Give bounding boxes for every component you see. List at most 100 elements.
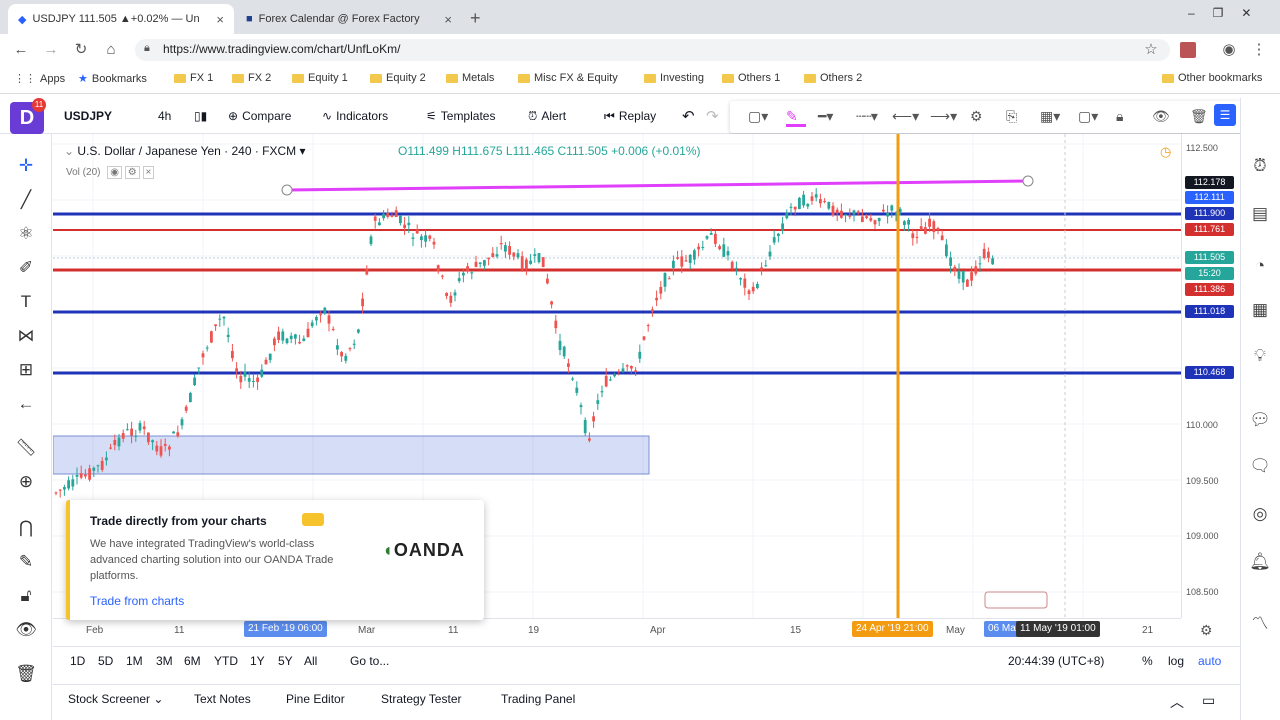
chat-icon[interactable]: 💬︎ xyxy=(1248,408,1272,432)
replay-button[interactable]: ⏮︎ Replay xyxy=(604,106,656,126)
percent-toggle[interactable]: % xyxy=(1142,654,1153,668)
visibility-icon[interactable]: ▢▾ xyxy=(1078,108,1098,125)
range-button-all[interactable]: All xyxy=(304,654,317,668)
hide-drawings-icon[interactable]: 👁︎ xyxy=(14,618,38,642)
alarm-clock-icon[interactable]: ⏰︎ xyxy=(1248,154,1272,178)
bookmark-equity1[interactable]: Equity 1 xyxy=(292,72,348,84)
watchlist-icon[interactable]: ☰ xyxy=(1214,104,1236,126)
forward-icon[interactable]: → xyxy=(42,41,60,59)
candle-style-icon[interactable]: ▯▮ xyxy=(194,106,207,126)
settings-icon[interactable]: ⚙ xyxy=(124,166,140,179)
close-icon[interactable]: × xyxy=(444,12,452,27)
templates-button[interactable]: ⚟ Templates xyxy=(426,106,495,126)
hotlist-icon[interactable]: ◔ xyxy=(1248,254,1272,278)
calendar-icon[interactable]: ▦ xyxy=(1248,298,1272,322)
lock-drawings-icon[interactable]: 🔓︎ xyxy=(14,584,38,608)
new-tab-button[interactable]: + xyxy=(470,8,481,29)
range-button-ytd[interactable]: YTD xyxy=(214,654,238,668)
range-button-6m[interactable]: 6M xyxy=(184,654,201,668)
browser-tab[interactable]: ■ Forex Calendar @ Forex Factory × xyxy=(236,4,462,34)
bookmark-others1[interactable]: Others 1 xyxy=(722,72,780,84)
pattern-icon[interactable]: ⋈ xyxy=(14,324,38,348)
zoom-icon[interactable]: ⊕ xyxy=(14,470,38,494)
bookmark-investing[interactable]: Investing xyxy=(644,72,704,84)
collapse-panel-icon[interactable]: ︿ xyxy=(1170,692,1184,712)
bookmark-other[interactable]: Other bookmarks xyxy=(1162,72,1262,84)
auto-toggle[interactable]: auto xyxy=(1198,654,1221,668)
range-button-5y[interactable]: 5Y xyxy=(278,654,293,668)
chart-settings-icon[interactable]: ⚙ xyxy=(1200,622,1213,639)
interval-select[interactable]: 4h xyxy=(158,106,171,126)
bookmark-misc[interactable]: Misc FX & Equity xyxy=(518,72,618,84)
rectangle-icon[interactable]: ▢▾ xyxy=(748,108,768,125)
range-button-1d[interactable]: 1D xyxy=(70,654,85,668)
range-button-3m[interactable]: 3M xyxy=(156,654,173,668)
messages-icon[interactable]: 🗨︎ xyxy=(1248,454,1272,478)
close-icon[interactable]: × xyxy=(142,166,155,179)
tab-pine-editor[interactable]: Pine Editor xyxy=(286,692,345,706)
window-controls[interactable]: –❐✕ xyxy=(1188,6,1270,20)
bookmark-metals[interactable]: Metals xyxy=(446,72,494,84)
log-toggle[interactable]: log xyxy=(1168,654,1184,668)
collapse-icon[interactable]: ⌄ xyxy=(64,144,74,158)
eye-icon[interactable]: 👁︎ xyxy=(1152,108,1170,125)
line-color-icon[interactable]: ✎ xyxy=(786,108,798,125)
goto-button[interactable]: Go to... xyxy=(350,654,389,668)
lock-icon[interactable]: 🔒︎ xyxy=(1116,108,1123,125)
star-icon[interactable]: ☆ xyxy=(1142,41,1160,59)
line-style-icon[interactable]: ┄┄▾ xyxy=(856,108,878,125)
fib-icon[interactable]: ⚛ xyxy=(14,222,38,246)
alert-button[interactable]: ⏰︎ Alert xyxy=(528,106,566,126)
bookmark-equity2[interactable]: Equity 2 xyxy=(370,72,426,84)
browser-tab-active[interactable]: ◆ USDJPY 111.505 ▲+0.02% — Un × xyxy=(8,4,234,34)
trade-from-charts-link[interactable]: Trade from charts xyxy=(90,594,184,608)
symbol-search[interactable]: USDJPY xyxy=(64,106,112,126)
redo-icon[interactable]: ↷ xyxy=(706,106,719,126)
range-button-5d[interactable]: 5D xyxy=(98,654,113,668)
back-icon[interactable]: ← xyxy=(12,41,30,59)
prediction-icon[interactable]: ⊞ xyxy=(14,358,38,382)
signals-icon[interactable]: 〽 xyxy=(1248,612,1272,636)
magnet-icon[interactable]: ⋂ xyxy=(14,516,38,540)
settings-icon[interactable]: ⚙ xyxy=(970,108,983,125)
clone-icon[interactable]: ⎘ xyxy=(1006,108,1017,125)
trash-icon[interactable]: 🗑︎ xyxy=(1190,108,1208,125)
line-end-icon[interactable]: ⟶▾ xyxy=(930,108,957,125)
maximize-panel-icon[interactable]: ▭ xyxy=(1202,692,1215,709)
range-button-1y[interactable]: 1Y xyxy=(250,654,265,668)
clock-display[interactable]: 20:44:39 (UTC+8) xyxy=(1008,654,1104,668)
bookmark-bookmarks[interactable]: ★ Bookmarks xyxy=(78,72,147,86)
tab-text-notes[interactable]: Text Notes xyxy=(194,692,251,706)
stay-drawing-icon[interactable]: ✎ xyxy=(14,550,38,574)
streams-icon[interactable]: ◎ xyxy=(1248,502,1272,526)
indicators-button[interactable]: ∿ Indicators xyxy=(322,106,388,126)
profile-icon[interactable]: ◉ xyxy=(1220,41,1238,59)
url-field[interactable]: 🔒︎ https://www.tradingview.com/chart/Unf… xyxy=(135,39,1170,61)
bookmark-others2[interactable]: Others 2 xyxy=(804,72,862,84)
menu-icon[interactable]: ⋮ xyxy=(1250,41,1268,59)
undo-icon[interactable]: ↶ xyxy=(682,106,695,126)
template-icon[interactable]: ▦▾ xyxy=(1040,108,1060,125)
data-window-icon[interactable]: ▤ xyxy=(1248,202,1272,226)
line-width-icon[interactable]: ━▾ xyxy=(818,108,833,125)
ideas-icon[interactable]: 💡︎ xyxy=(1248,344,1272,368)
crosshair-icon[interactable]: ✛ xyxy=(14,154,38,178)
tab-trading-panel[interactable]: Trading Panel xyxy=(501,692,575,706)
close-icon[interactable]: × xyxy=(216,12,224,27)
bookmark-fx1[interactable]: FX 1 xyxy=(174,72,213,84)
bookmark-apps[interactable]: ⋮⋮ Apps xyxy=(14,72,65,86)
reload-icon[interactable]: ↻ xyxy=(72,41,90,59)
legend-dropdown-icon[interactable]: ▾ xyxy=(300,144,306,158)
clock-alert-icon[interactable]: ◷ xyxy=(1160,144,1171,160)
ruler-icon[interactable]: 📏︎ xyxy=(14,436,38,460)
range-button-1m[interactable]: 1M xyxy=(126,654,143,668)
line-extend-icon[interactable]: ⟵▾ xyxy=(892,108,919,125)
arrow-icon[interactable]: ← xyxy=(14,392,38,416)
remove-icon[interactable]: 🗑︎ xyxy=(14,662,38,686)
brush-icon[interactable]: ✐ xyxy=(14,256,38,280)
trendline-icon[interactable]: ╱ xyxy=(14,188,38,212)
hide-icon[interactable]: ◉ xyxy=(107,166,122,179)
tab-stock-screener[interactable]: Stock Screener ⌄ xyxy=(68,692,163,706)
compare-button[interactable]: ⊕ Compare xyxy=(228,106,291,126)
bookmark-fx2[interactable]: FX 2 xyxy=(232,72,271,84)
